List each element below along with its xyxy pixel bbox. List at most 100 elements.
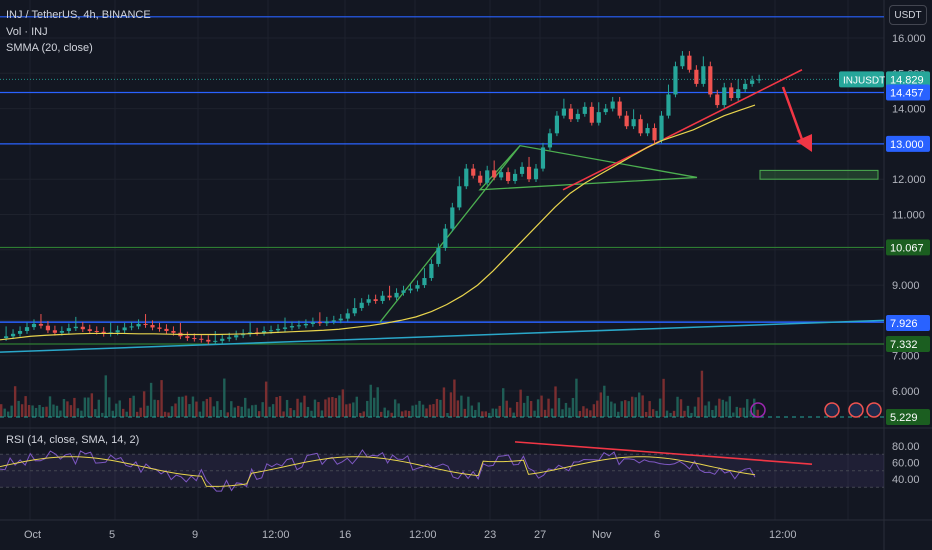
candle-body <box>701 66 706 84</box>
volume-bar <box>655 410 658 417</box>
symbol-title[interactable]: INJ / TetherUS, 4h, BINANCE <box>6 9 151 21</box>
candle-body <box>220 338 225 341</box>
volume-bar <box>209 397 212 417</box>
candle-body <box>52 330 57 333</box>
volume-bar <box>644 411 648 417</box>
volume-bar <box>160 380 163 417</box>
volume-bar <box>665 410 669 417</box>
price-chart[interactable]: 16.00015.00014.00013.00012.00011.00010.0… <box>0 0 932 550</box>
volume-bar <box>491 408 494 417</box>
candle-body <box>582 106 587 114</box>
volume-bar <box>230 401 233 417</box>
volume-bar <box>592 404 596 417</box>
volume-bar <box>502 388 505 417</box>
volume-bar <box>557 398 561 417</box>
volume-bar <box>338 395 341 417</box>
candle-body <box>436 248 441 264</box>
price-tick: 7.000 <box>892 351 920 363</box>
volume-bar <box>686 405 690 417</box>
volume-bar <box>104 375 107 417</box>
volume-bar <box>76 408 80 417</box>
candle-body <box>450 207 455 229</box>
volume-bar <box>732 412 735 417</box>
target-zone <box>759 169 879 180</box>
candle-body <box>673 66 678 95</box>
volume-bar <box>536 399 540 417</box>
candle-body <box>512 173 518 181</box>
volume-bar <box>728 396 732 417</box>
volume-bar <box>711 409 714 417</box>
candle-body <box>387 295 392 298</box>
volume-bar <box>369 384 372 417</box>
volume-bar <box>41 407 45 417</box>
volume-bar <box>299 402 303 417</box>
smma-indicator-label[interactable]: SMMA (20, close) <box>6 42 93 54</box>
volume-bar <box>519 389 522 417</box>
volume-bar <box>348 403 352 417</box>
volume-bar <box>52 404 55 417</box>
volume-bar <box>156 400 160 417</box>
volume-bar <box>24 396 27 417</box>
volume-bar <box>620 401 623 417</box>
volume-bar <box>219 409 223 417</box>
volume-bar <box>170 406 174 417</box>
candle-body <box>540 147 546 169</box>
volume-bar <box>38 404 41 417</box>
volume-bar <box>10 405 13 417</box>
volume-bar <box>676 396 679 417</box>
volume-bar <box>132 395 135 417</box>
time-tick: 23 <box>484 529 496 541</box>
volume-bar <box>268 406 271 417</box>
volume-bar <box>735 406 738 417</box>
volume-bar <box>721 399 725 417</box>
volume-indicator-label[interactable]: Vol · INJ <box>6 26 48 38</box>
price-tick: 16.000 <box>892 33 926 45</box>
volume-bar <box>697 397 700 417</box>
candle-body <box>415 285 420 289</box>
volume-bar <box>101 412 104 417</box>
volume-bar <box>212 406 216 417</box>
volume-bar <box>202 401 205 417</box>
candle-body <box>457 186 462 208</box>
volume-bar <box>59 410 62 417</box>
volume-bar <box>512 412 515 417</box>
volume-bar <box>282 411 285 417</box>
volume-bar <box>139 407 142 417</box>
volume-bar <box>470 405 474 417</box>
volume-bar <box>393 399 397 417</box>
volume-bar <box>237 405 240 417</box>
volume-bar <box>125 411 128 417</box>
volume-bar <box>108 397 111 417</box>
rsi-indicator-label[interactable]: RSI (14, close, SMA, 14, 2) <box>6 434 139 446</box>
volume-bar <box>3 408 6 417</box>
volume-bar <box>463 408 467 417</box>
candle-body <box>506 172 511 181</box>
volume-bar <box>679 399 683 417</box>
price-tick: 9.000 <box>892 280 920 292</box>
price-tick: 14.000 <box>892 104 926 116</box>
volume-bar <box>508 407 512 417</box>
volume-bar <box>275 397 278 417</box>
volume-bar <box>456 400 460 417</box>
volume-bar <box>34 407 38 417</box>
volume-bar <box>359 412 362 417</box>
volume-bar <box>17 400 20 417</box>
volume-bar <box>191 396 195 417</box>
volume-bar <box>582 406 585 417</box>
volume-bar <box>742 407 745 417</box>
volume-bar <box>522 402 526 417</box>
volume-bar <box>45 406 48 417</box>
candle-body <box>603 108 608 113</box>
volume-bar <box>223 378 226 417</box>
volume-bar <box>31 405 34 417</box>
volume-bar <box>700 370 704 417</box>
volume-bar <box>20 404 24 417</box>
volume-bar <box>578 410 582 417</box>
currency-button[interactable]: USDT <box>889 5 927 25</box>
candle-body <box>268 330 274 332</box>
volume-bar <box>543 409 547 417</box>
time-tick: Oct <box>24 529 41 541</box>
volume-bar <box>442 387 446 417</box>
candle-body <box>310 322 315 324</box>
volume-bar <box>163 411 167 417</box>
